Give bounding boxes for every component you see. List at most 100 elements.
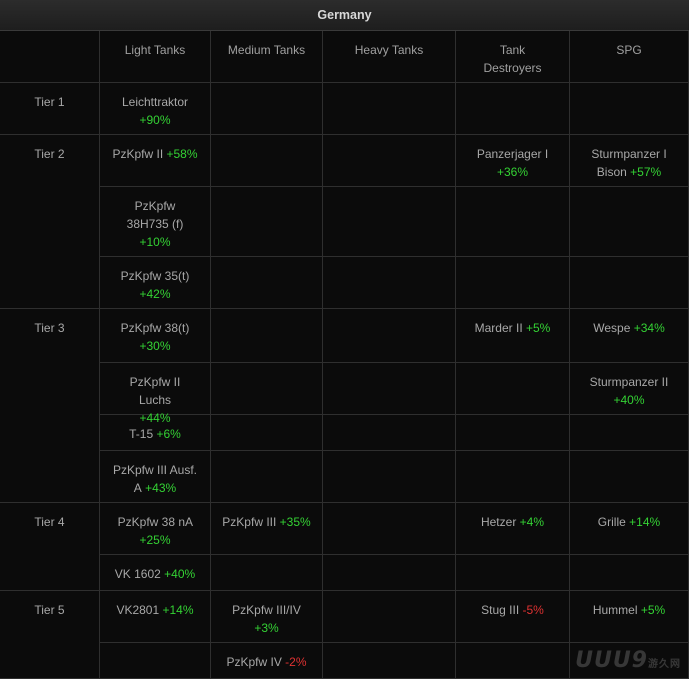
tank-name: Hetzer xyxy=(480,515,517,529)
tier-label: Tier 3 xyxy=(34,321,65,335)
table-cell-spg xyxy=(570,451,689,503)
tank-name: PzKpfw IV xyxy=(226,655,282,669)
tank-name: PzKpfw 35(t) xyxy=(120,269,190,283)
percent-change: +36% xyxy=(496,165,529,179)
table-cell-light: PzKpfw 35(t) +42% xyxy=(100,257,211,309)
tank-entry: Hetzer +4% xyxy=(481,513,544,531)
column-header-td: Tank Destroyers xyxy=(456,31,570,83)
table-cell-medium xyxy=(211,451,323,503)
table-cell-spg: Hummel +5% xyxy=(570,591,689,643)
table-cell-spg: Grille +14% xyxy=(570,503,689,555)
tank-entry: PzKpfw III Ausf. A +43% xyxy=(109,461,201,497)
table-cell-heavy xyxy=(323,257,456,309)
table-cell-medium xyxy=(211,555,323,591)
table-cell-td: Stug III -5% xyxy=(456,591,570,643)
percent-change: +14% xyxy=(162,603,194,617)
tank-name: PzKpfw 38H735 (f) xyxy=(126,199,184,231)
tank-name: PzKpfw 38(t) xyxy=(120,321,190,335)
column-header-label: Medium Tanks xyxy=(227,43,306,57)
table-cell-heavy xyxy=(323,187,456,257)
table-cell-light: Leichttraktor +90% xyxy=(100,83,211,135)
table-cell-td xyxy=(456,83,570,135)
tier-label-cell: Tier 4 xyxy=(0,503,100,591)
table-cell-medium xyxy=(211,135,323,187)
table-cell-td xyxy=(456,643,570,679)
table-cell-light: T-15 +6% xyxy=(100,415,211,451)
tank-name: PzKpfw III/IV xyxy=(232,603,301,617)
tank-name: PzKpfw III xyxy=(222,515,277,529)
column-header-light: Light Tanks xyxy=(100,31,211,83)
tank-name: T-15 xyxy=(129,427,154,441)
percent-change: +40% xyxy=(164,567,196,581)
table-cell-light: VK 1602 +40% xyxy=(100,555,211,591)
percent-change: +57% xyxy=(630,165,662,179)
tank-entry: PzKpfw 35(t) +42% xyxy=(112,267,198,303)
tank-name: Grille xyxy=(597,515,626,529)
tank-name: VK2801 xyxy=(116,603,160,617)
tank-entry: PzKpfw 38(t) +30% xyxy=(112,319,198,355)
table-cell-spg: Sturmpanzer I Bison +57% xyxy=(570,135,689,187)
table-cell-light xyxy=(100,643,211,679)
table-cell-spg xyxy=(570,415,689,451)
tank-entry: PzKpfw 38 nA +25% xyxy=(112,513,198,549)
table-cell-medium xyxy=(211,83,323,135)
tank-entry: VK 1602 +40% xyxy=(115,565,195,583)
tier-label: Tier 2 xyxy=(34,147,65,161)
tank-name: PzKpfw II Luchs xyxy=(129,375,181,407)
tank-name: PzKpfw II xyxy=(112,147,164,161)
tank-entry: Leichttraktor +90% xyxy=(112,93,198,129)
table-cell-td: Marder II +5% xyxy=(456,309,570,363)
percent-change: +25% xyxy=(139,533,171,547)
table-cell-spg: Sturmpanzer II +40% xyxy=(570,363,689,415)
tank-name: VK 1602 xyxy=(114,567,161,581)
table-cell-td xyxy=(456,415,570,451)
percent-change: +40% xyxy=(613,393,645,407)
table-cell-heavy xyxy=(323,643,456,679)
table-cell-spg xyxy=(570,257,689,309)
tank-entry: PzKpfw IV -2% xyxy=(226,653,306,671)
tank-entry: Panzerjager I +36% xyxy=(463,145,563,181)
percent-change: +58% xyxy=(166,147,198,161)
table-cell-spg xyxy=(570,83,689,135)
table-cell-medium: PzKpfw IV -2% xyxy=(211,643,323,679)
table-cell-spg xyxy=(570,187,689,257)
column-header-tier xyxy=(0,31,100,83)
column-header-label: Heavy Tanks xyxy=(354,43,424,57)
tank-entry: Sturmpanzer I Bison +57% xyxy=(589,145,669,181)
tier-label-cell: Tier 1 xyxy=(0,83,100,135)
table-cell-td xyxy=(456,363,570,415)
table-cell-heavy xyxy=(323,451,456,503)
table-cell-td xyxy=(456,555,570,591)
percent-change: +5% xyxy=(526,321,551,335)
table-cell-td: Hetzer +4% xyxy=(456,503,570,555)
tank-entry: PzKpfw III +35% xyxy=(222,513,310,531)
tank-entry: Grille +14% xyxy=(598,513,660,531)
tank-name: Leichttraktor xyxy=(121,95,189,109)
percent-change: +35% xyxy=(279,515,311,529)
table-cell-light: PzKpfw 38H735 (f) +10% xyxy=(100,187,211,257)
percent-change: -5% xyxy=(522,603,544,617)
percent-change: +90% xyxy=(139,113,171,127)
table-cell-medium xyxy=(211,187,323,257)
table-cell-light: PzKpfw II Luchs +44% xyxy=(100,363,211,425)
tank-name: Hummel xyxy=(592,603,638,617)
percent-change: +3% xyxy=(254,621,279,635)
table-cell-spg xyxy=(570,555,689,591)
column-header-spg: SPG xyxy=(570,31,689,83)
table-cell-heavy xyxy=(323,363,456,415)
percent-change: +43% xyxy=(145,481,177,495)
tank-entry: VK2801 +14% xyxy=(116,601,193,619)
percent-change: +30% xyxy=(139,339,171,353)
percent-change: +14% xyxy=(629,515,661,529)
table-cell-heavy xyxy=(323,309,456,363)
table-title: Germany xyxy=(0,0,689,31)
tier-label: Tier 4 xyxy=(34,515,65,529)
table-cell-td: Panzerjager I +36% xyxy=(456,135,570,187)
tank-name: PzKpfw 38 nA xyxy=(117,515,193,529)
tank-name: Panzerjager I xyxy=(476,147,549,161)
table-cell-light: VK2801 +14% xyxy=(100,591,211,643)
percent-change: +10% xyxy=(139,235,171,249)
table-cell-light: PzKpfw 38 nA +25% xyxy=(100,503,211,555)
table-cell-medium xyxy=(211,309,323,363)
tank-entry: Hummel +5% xyxy=(593,601,665,619)
